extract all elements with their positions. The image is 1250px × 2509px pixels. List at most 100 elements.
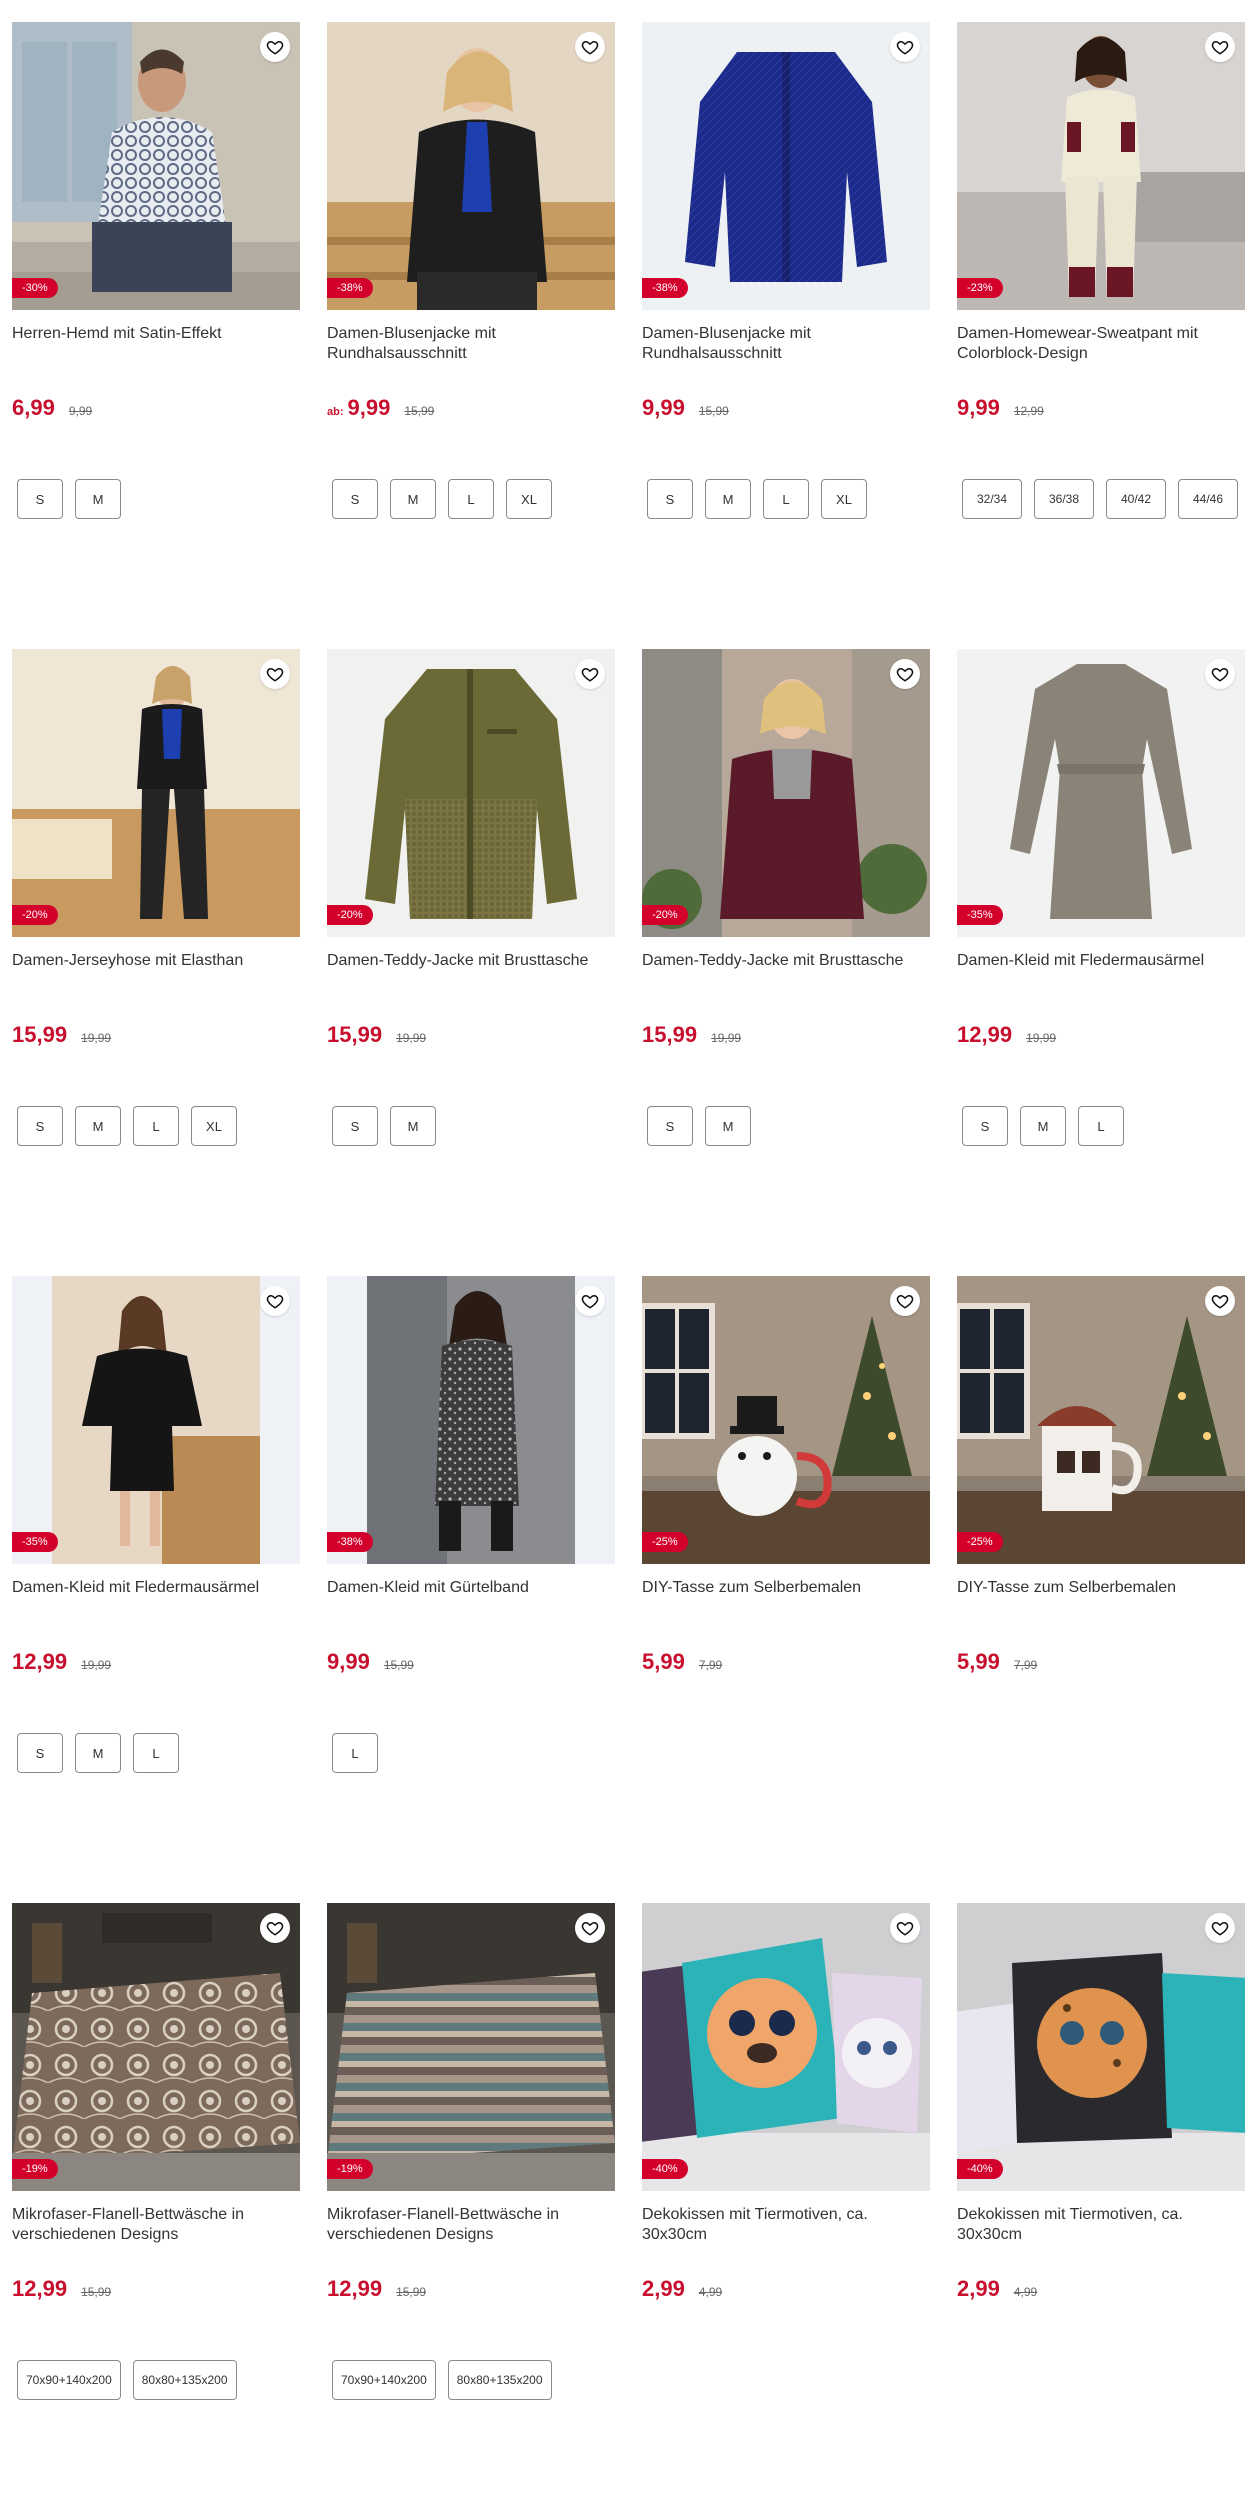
size-options: SM xyxy=(12,479,300,519)
product-title[interactable]: Dekokissen mit Tiermotiven, ca. 30x30cm xyxy=(642,2205,930,2245)
product-card[interactable]: -40% Dekokissen mit Tiermotiven, ca. 30x3… xyxy=(642,1903,930,2301)
size-option-button[interactable]: 40/42 xyxy=(1106,479,1166,519)
wishlist-heart-icon[interactable] xyxy=(1205,32,1235,62)
product-card[interactable]: -38% Damen-Kleid mit Gürtelband 9,99 15,99 L xyxy=(327,1276,615,1773)
size-option-button[interactable]: L xyxy=(448,479,494,519)
wishlist-heart-icon[interactable] xyxy=(1205,1913,1235,1943)
product-image[interactable]: -35% xyxy=(12,1276,300,1564)
size-option-button[interactable]: L xyxy=(763,479,809,519)
product-card[interactable]: -30% Herren-Hemd mit Satin-Effekt 6,99 9,99… xyxy=(12,22,300,519)
wishlist-heart-icon[interactable] xyxy=(575,1286,605,1316)
wishlist-heart-icon[interactable] xyxy=(890,32,920,62)
product-image[interactable]: -30% xyxy=(12,22,300,310)
size-option-button[interactable]: M xyxy=(1020,1106,1066,1146)
size-option-button[interactable]: S xyxy=(647,479,693,519)
product-title[interactable]: Damen-Teddy-Jacke mit Brusttasche xyxy=(642,951,930,991)
size-option-button[interactable]: M xyxy=(75,479,121,519)
product-card[interactable]: -38% Damen-Blusenjacke mit Rundhalsaussch… xyxy=(642,22,930,519)
wishlist-heart-icon[interactable] xyxy=(260,1286,290,1316)
product-title[interactable]: Damen-Blusenjacke mit Rundhalsausschnitt xyxy=(642,324,930,364)
size-option-button[interactable]: M xyxy=(705,479,751,519)
wishlist-heart-icon[interactable] xyxy=(260,659,290,689)
size-option-button[interactable]: M xyxy=(390,1106,436,1146)
product-image[interactable]: -19% xyxy=(12,1903,300,2191)
product-title[interactable]: Mikrofaser-Flanell-Bettwäsche in verschi… xyxy=(327,2205,615,2245)
wishlist-heart-icon[interactable] xyxy=(260,32,290,62)
product-title[interactable]: Dekokissen mit Tiermotiven, ca. 30x30cm xyxy=(957,2205,1245,2245)
size-option-button[interactable]: M xyxy=(75,1733,121,1773)
product-card[interactable]: -20% Damen-Jerseyhose mit Elasthan 15,99 19… xyxy=(12,649,300,1146)
product-image[interactable]: -35% xyxy=(957,649,1245,937)
product-image[interactable]: -19% xyxy=(327,1903,615,2191)
product-title[interactable]: Herren-Hemd mit Satin-Effekt xyxy=(12,324,300,364)
product-image[interactable]: -40% xyxy=(642,1903,930,2191)
size-option-button[interactable]: 70x90+140x200 xyxy=(17,2360,121,2400)
size-option-button[interactable]: S xyxy=(17,479,63,519)
size-option-button[interactable]: 80x80+135x200 xyxy=(132,2360,237,2400)
size-option-button[interactable]: L xyxy=(133,1733,179,1773)
product-title[interactable]: DIY-Tasse zum Selberbemalen xyxy=(957,1578,1245,1618)
wishlist-heart-icon[interactable] xyxy=(890,659,920,689)
product-title[interactable]: Damen-Homewear-Sweatpant mit Colorblock-… xyxy=(957,324,1245,364)
wishlist-heart-icon[interactable] xyxy=(1205,659,1235,689)
wishlist-heart-icon[interactable] xyxy=(575,659,605,689)
product-card[interactable]: -19% Mikrofaser-Flanell-Bettwäsche in ver… xyxy=(12,1903,300,2400)
product-card[interactable]: -38% Damen-Blusenjacke mit Rundhalsaussch… xyxy=(327,22,615,519)
size-option-button[interactable]: S xyxy=(17,1733,63,1773)
product-image[interactable]: -23% xyxy=(957,22,1245,310)
wishlist-heart-icon[interactable] xyxy=(890,1286,920,1316)
product-image[interactable]: -25% xyxy=(642,1276,930,1564)
product-image[interactable]: -20% xyxy=(642,649,930,937)
product-image[interactable]: -38% xyxy=(327,22,615,310)
wishlist-heart-icon[interactable] xyxy=(260,1913,290,1943)
product-title[interactable]: Mikrofaser-Flanell-Bettwäsche in verschi… xyxy=(12,2205,300,2245)
product-card[interactable]: -25% DIY-Tasse zum Selberbemalen 5,99 7,99 xyxy=(642,1276,930,1674)
size-option-button[interactable]: 36/38 xyxy=(1034,479,1094,519)
product-card[interactable]: -19% Mikrofaser-Flanell-Bettwäsche in ver… xyxy=(327,1903,615,2400)
size-option-button[interactable]: XL xyxy=(821,479,867,519)
product-title[interactable]: Damen-Jerseyhose mit Elasthan xyxy=(12,951,300,991)
size-option-button[interactable]: L xyxy=(133,1106,179,1146)
product-card[interactable]: -35% Damen-Kleid mit Fledermausärmel 12,99… xyxy=(957,649,1245,1146)
product-title[interactable]: Damen-Blusenjacke mit Rundhalsausschnitt xyxy=(327,324,615,364)
wishlist-heart-icon[interactable] xyxy=(1205,1286,1235,1316)
size-option-button[interactable]: S xyxy=(17,1106,63,1146)
product-image[interactable]: -20% xyxy=(12,649,300,937)
size-option-button[interactable]: L xyxy=(1078,1106,1124,1146)
size-option-button[interactable]: S xyxy=(647,1106,693,1146)
wishlist-heart-icon[interactable] xyxy=(575,32,605,62)
size-option-button[interactable]: M xyxy=(75,1106,121,1146)
product-title[interactable]: Damen-Kleid mit Fledermausärmel xyxy=(957,951,1245,991)
size-option-button[interactable]: M xyxy=(705,1106,751,1146)
size-option-button[interactable]: 70x90+140x200 xyxy=(332,2360,436,2400)
wishlist-heart-icon[interactable] xyxy=(575,1913,605,1943)
size-option-button[interactable]: 44/46 xyxy=(1178,479,1238,519)
product-card[interactable]: -35% Damen-Kleid mit Fledermausärmel 12,99… xyxy=(12,1276,300,1773)
product-image[interactable]: -20% xyxy=(327,649,615,937)
product-image[interactable]: -38% xyxy=(642,22,930,310)
product-title[interactable]: Damen-Teddy-Jacke mit Brusttasche xyxy=(327,951,615,991)
product-image[interactable]: -25% xyxy=(957,1276,1245,1564)
wishlist-heart-icon[interactable] xyxy=(890,1913,920,1943)
product-image[interactable]: -38% xyxy=(327,1276,615,1564)
size-option-button[interactable]: XL xyxy=(191,1106,237,1146)
sale-price: 5,99 xyxy=(642,1649,685,1674)
size-option-button[interactable]: L xyxy=(332,1733,378,1773)
product-card[interactable]: -25% DIY-Tasse zum Selberbemalen 5,99 7,99 xyxy=(957,1276,1245,1674)
size-option-button[interactable]: S xyxy=(332,479,378,519)
product-title[interactable]: Damen-Kleid mit Fledermausärmel xyxy=(12,1578,300,1618)
product-card[interactable]: -23% Damen-Homewear-Sweatpant mit Colorbl… xyxy=(957,22,1245,519)
product-card[interactable]: -20% Damen-Teddy-Jacke mit Brusttasche 15,… xyxy=(642,649,930,1146)
original-price: 19,99 xyxy=(1026,1031,1057,1045)
size-option-button[interactable]: S xyxy=(962,1106,1008,1146)
product-card[interactable]: -20% Damen-Teddy-Jacke mit Brusttasche 15,… xyxy=(327,649,615,1146)
product-title[interactable]: DIY-Tasse zum Selberbemalen xyxy=(642,1578,930,1618)
size-option-button[interactable]: 80x80+135x200 xyxy=(447,2360,552,2400)
size-option-button[interactable]: 32/34 xyxy=(962,479,1022,519)
product-image[interactable]: -40% xyxy=(957,1903,1245,2191)
product-card[interactable]: -40% Dekokissen mit Tiermotiven, ca. 30x3… xyxy=(957,1903,1245,2301)
size-option-button[interactable]: M xyxy=(390,479,436,519)
size-option-button[interactable]: XL xyxy=(506,479,552,519)
size-option-button[interactable]: S xyxy=(332,1106,378,1146)
product-title[interactable]: Damen-Kleid mit Gürtelband xyxy=(327,1578,615,1618)
